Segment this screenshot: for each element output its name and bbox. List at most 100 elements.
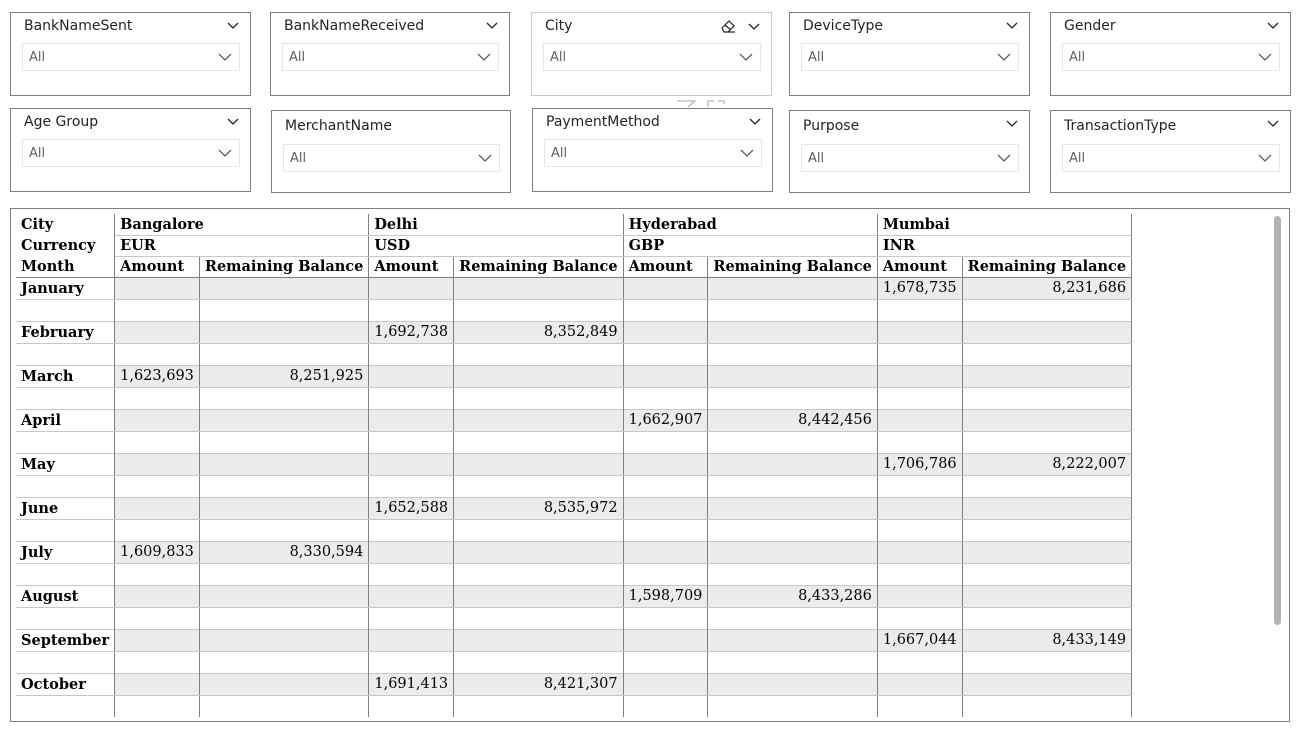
remaining-balance-cell[interactable]: 8,442,456 <box>707 408 878 432</box>
row-header-month[interactable]: February <box>16 320 116 344</box>
slicer-dropdown[interactable]: All <box>801 144 1019 172</box>
row-header-month[interactable]: May <box>16 452 116 476</box>
amount-cell[interactable] <box>877 540 963 564</box>
filter-icon[interactable] <box>676 100 696 108</box>
remaining-balance-cell[interactable] <box>453 540 624 564</box>
column-header-amount[interactable]: Amount <box>368 256 455 278</box>
slicer-dropdown[interactable]: All <box>801 43 1019 71</box>
slicer-dropdown[interactable]: All <box>22 43 240 71</box>
remaining-balance-cell[interactable] <box>962 540 1133 564</box>
remaining-balance-cell[interactable] <box>453 452 624 476</box>
amount-cell[interactable] <box>368 408 455 432</box>
column-header-city[interactable]: Mumbai <box>877 214 1133 236</box>
remaining-balance-cell[interactable] <box>707 320 878 344</box>
amount-cell[interactable]: 1,706,786 <box>877 452 963 476</box>
remaining-balance-cell[interactable] <box>453 628 624 652</box>
column-header-currency[interactable]: USD <box>368 235 624 257</box>
column-header-remaining-balance[interactable]: Remaining Balance <box>453 256 624 278</box>
chevron-down-icon[interactable] <box>1005 18 1019 32</box>
slicer-city[interactable]: City All <box>531 12 772 96</box>
remaining-balance-cell[interactable] <box>962 672 1133 696</box>
amount-cell[interactable] <box>114 452 200 476</box>
column-header-city[interactable]: Bangalore <box>114 214 370 236</box>
row-header-month[interactable]: April <box>16 408 116 432</box>
column-header-remaining-balance[interactable]: Remaining Balance <box>707 256 878 278</box>
slicer-dropdown[interactable]: All <box>543 43 761 71</box>
amount-cell[interactable] <box>623 320 709 344</box>
row-header-month[interactable]: March <box>16 364 116 388</box>
remaining-balance-cell[interactable] <box>707 452 878 476</box>
remaining-balance-cell[interactable] <box>453 276 624 300</box>
column-header-amount[interactable]: Amount <box>877 256 963 278</box>
eraser-icon[interactable] <box>719 18 737 34</box>
remaining-balance-cell[interactable] <box>962 320 1133 344</box>
amount-cell[interactable] <box>368 364 455 388</box>
table-row[interactable]: October 1,691,413 8,421,307 <box>16 672 1133 696</box>
amount-cell[interactable]: 1,691,413 <box>368 672 455 696</box>
remaining-balance-cell[interactable] <box>453 408 624 432</box>
column-header-city[interactable]: Delhi <box>368 214 624 236</box>
column-header-currency[interactable]: GBP <box>623 235 878 257</box>
remaining-balance-cell[interactable] <box>453 584 624 608</box>
remaining-balance-cell[interactable] <box>707 540 878 564</box>
slicer-age-group[interactable]: Age Group All <box>10 108 251 192</box>
amount-cell[interactable] <box>114 628 200 652</box>
amount-cell[interactable] <box>623 672 709 696</box>
row-header-month[interactable]: January <box>16 276 116 300</box>
column-header-currency[interactable]: EUR <box>114 235 370 257</box>
table-row[interactable]: August 1,598,709 8,433,286 <box>16 584 1133 608</box>
amount-cell[interactable] <box>623 628 709 652</box>
amount-cell[interactable]: 1,652,588 <box>368 496 455 520</box>
amount-cell[interactable] <box>368 452 455 476</box>
amount-cell[interactable] <box>877 320 963 344</box>
column-header-amount[interactable]: Amount <box>623 256 709 278</box>
amount-cell[interactable] <box>114 496 200 520</box>
slicer-transactiontype[interactable]: TransactionType All <box>1050 110 1291 193</box>
slicer-dropdown[interactable]: All <box>283 144 500 172</box>
amount-cell[interactable] <box>623 496 709 520</box>
slicer-dropdown[interactable]: All <box>282 43 499 71</box>
remaining-balance-cell[interactable] <box>707 672 878 696</box>
slicer-dropdown[interactable]: All <box>22 139 240 167</box>
amount-cell[interactable] <box>877 672 963 696</box>
table-row[interactable]: May 1,706,786 8,222,007 <box>16 452 1133 476</box>
row-header-month[interactable]: October <box>16 672 116 696</box>
slicer-banknamereceived[interactable]: BankNameReceived All <box>270 12 510 96</box>
table-row[interactable]: June 1,652,588 8,535,972 <box>16 496 1133 520</box>
amount-cell[interactable]: 1,609,833 <box>114 540 200 564</box>
slicer-merchantname[interactable]: MerchantName All <box>271 110 511 193</box>
slicer-dropdown[interactable]: All <box>1062 43 1280 71</box>
remaining-balance-cell[interactable]: 8,535,972 <box>453 496 624 520</box>
remaining-balance-cell[interactable] <box>199 320 370 344</box>
amount-cell[interactable] <box>368 540 455 564</box>
amount-cell[interactable] <box>877 496 963 520</box>
amount-cell[interactable] <box>877 584 963 608</box>
remaining-balance-cell[interactable]: 8,330,594 <box>199 540 370 564</box>
row-header-month[interactable]: July <box>16 540 116 564</box>
slicer-purpose[interactable]: Purpose All <box>789 110 1030 193</box>
amount-cell[interactable] <box>368 276 455 300</box>
amount-cell[interactable] <box>877 408 963 432</box>
amount-cell[interactable] <box>114 408 200 432</box>
matrix-visual[interactable]: City Bangalore Delhi Hyderabad Mumbai Cu… <box>10 208 1290 722</box>
table-row[interactable]: July 1,609,833 8,330,594 <box>16 540 1133 564</box>
amount-cell[interactable]: 1,667,044 <box>877 628 963 652</box>
chevron-down-icon[interactable] <box>748 114 762 128</box>
focus-mode-icon[interactable] <box>706 100 726 108</box>
amount-cell[interactable] <box>368 584 455 608</box>
remaining-balance-cell[interactable]: 8,433,149 <box>962 628 1133 652</box>
amount-cell[interactable]: 1,678,735 <box>877 276 963 300</box>
slicer-gender[interactable]: Gender All <box>1050 12 1291 96</box>
remaining-balance-cell[interactable] <box>962 496 1133 520</box>
amount-cell[interactable] <box>368 628 455 652</box>
amount-cell[interactable] <box>114 276 200 300</box>
remaining-balance-cell[interactable]: 8,231,686 <box>962 276 1133 300</box>
column-header-remaining-balance[interactable]: Remaining Balance <box>962 256 1133 278</box>
chevron-down-icon[interactable] <box>747 19 761 33</box>
amount-cell[interactable]: 1,662,907 <box>623 408 709 432</box>
table-row[interactable]: January 1,678,735 8,231,686 <box>16 276 1133 300</box>
remaining-balance-cell[interactable] <box>707 628 878 652</box>
remaining-balance-cell[interactable] <box>199 452 370 476</box>
row-header-month[interactable]: August <box>16 584 116 608</box>
table-row[interactable]: February 1,692,738 8,352,849 <box>16 320 1133 344</box>
